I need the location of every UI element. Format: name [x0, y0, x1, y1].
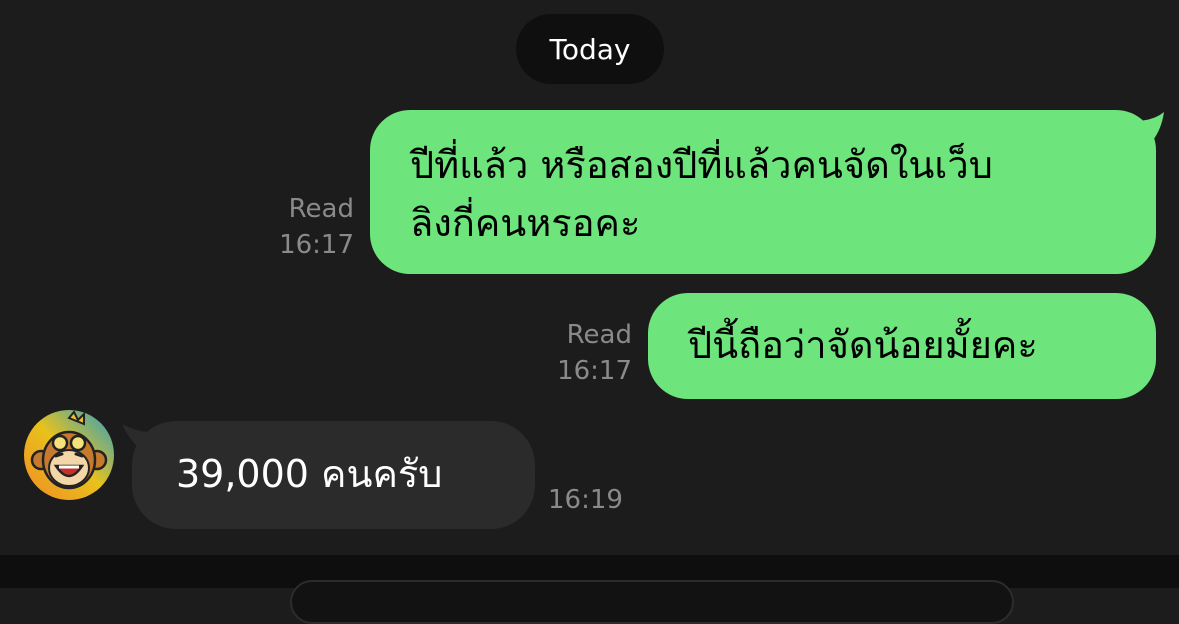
date-separator: Today — [516, 14, 664, 84]
message-text-line: ปีนี้ถือว่าจัดน้อยมั้ยคะ — [688, 323, 1038, 367]
read-status: Read — [566, 320, 632, 350]
date-separator-label: Today — [549, 32, 631, 66]
read-receipt: Read 16:17 — [262, 191, 354, 263]
message-input[interactable] — [290, 580, 1014, 624]
incoming-message-bubble[interactable]: 39,000 คนครับ — [132, 421, 535, 529]
read-receipt: Read 16:17 — [540, 317, 632, 389]
message-time: 16:19 — [548, 482, 628, 518]
message-time: 16:17 — [279, 230, 354, 260]
outgoing-message-bubble[interactable]: ปีที่แล้ว หรือสองปีที่แล้วคนจัดในเว็บ ลิ… — [370, 110, 1156, 274]
message-time: 16:17 — [557, 356, 632, 386]
message-text-line: ปีที่แล้ว หรือสองปีที่แล้วคนจัดในเว็บ — [410, 143, 993, 187]
chat-area[interactable]: Today Read 16:17 ปีที่แล้ว หรือสองปีที่แ… — [0, 0, 1179, 555]
message-text: 39,000 คนครับ — [176, 452, 443, 496]
outgoing-message-bubble[interactable]: ปีนี้ถือว่าจัดน้อยมั้ยคะ — [648, 293, 1156, 399]
monkey-avatar-icon[interactable] — [24, 410, 114, 500]
message-time-label: 16:19 — [548, 485, 623, 515]
message-text-line: ลิงกี่คนหรอคะ — [410, 201, 641, 245]
read-status: Read — [288, 194, 354, 224]
